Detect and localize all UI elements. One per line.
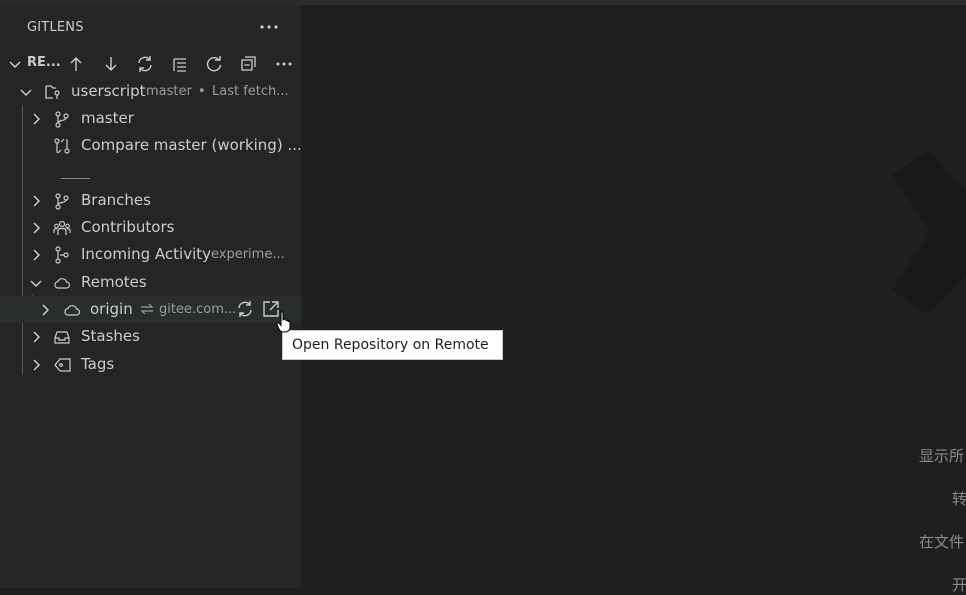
- tree-item-remotes[interactable]: Remotes: [0, 269, 301, 296]
- collapse-all-icon[interactable]: [238, 53, 260, 75]
- inbox-icon: [53, 328, 71, 350]
- chevron-right-icon: [37, 302, 53, 322]
- tree-item-label: Tags: [81, 355, 115, 373]
- tag-icon: [53, 356, 73, 378]
- editor-hint: 在文件: [919, 533, 965, 551]
- chevron-right-icon: [28, 220, 44, 240]
- repo-row-userscript[interactable]: userscript master • Last fetch...: [0, 78, 301, 105]
- vscode-logo-watermark: [890, 150, 966, 319]
- tree-item-label: Contributors: [81, 218, 175, 236]
- tree-item-contributors[interactable]: Contributors: [0, 214, 301, 241]
- sidebar-header: GITLENS: [0, 5, 301, 49]
- cloud-icon: [53, 274, 71, 296]
- chevron-right-icon: [28, 357, 44, 377]
- list-icon[interactable]: [169, 53, 191, 75]
- tree-item-label: Compare master (working) ...: [81, 136, 302, 154]
- chevron-down-icon: [28, 275, 44, 295]
- tree-item-label: Branches: [81, 191, 151, 209]
- repo-status: Last fetch...: [212, 84, 289, 99]
- chevron-right-icon: [28, 247, 44, 267]
- chevron-right-icon: [28, 193, 44, 213]
- tree-item-label: Incoming Activity: [81, 245, 212, 263]
- refresh-icon[interactable]: [203, 53, 225, 75]
- separator: [61, 178, 90, 179]
- repo-dot: •: [198, 84, 206, 99]
- arrow-down-icon[interactable]: [100, 53, 122, 75]
- repo-branch: master: [146, 84, 192, 99]
- editor-hint: 转: [952, 490, 966, 508]
- tree-item-incoming-activity[interactable]: Incoming Activity experime...: [0, 241, 301, 268]
- tooltip: Open Repository on Remote: [282, 330, 503, 360]
- arrow-up-icon[interactable]: [65, 53, 87, 75]
- chevron-right-icon: [28, 111, 44, 131]
- more-icon[interactable]: [273, 53, 295, 75]
- branch-icon: [53, 192, 71, 214]
- repo-name: userscript: [71, 82, 146, 100]
- tree-item-label: origin: [90, 300, 133, 318]
- tree-item-label: Remotes: [81, 273, 147, 291]
- repositories-section-header[interactable]: RE...: [0, 49, 301, 77]
- sidebar-title: GITLENS: [27, 20, 84, 35]
- chevron-down-icon: [18, 84, 34, 104]
- tree-item-label: master: [81, 109, 134, 127]
- activity-icon: [53, 246, 71, 268]
- editor-hint: 显示所: [919, 447, 965, 465]
- section-title: RE...: [27, 55, 61, 70]
- tree-item-description: gitee.com...: [159, 302, 237, 317]
- tree-item-tags[interactable]: Tags: [0, 351, 301, 378]
- tree-item-branches[interactable]: Branches: [0, 187, 301, 214]
- arrow-swap-icon: [139, 301, 155, 321]
- tree-item-label: Stashes: [81, 327, 140, 345]
- tree-item-description: experime...: [211, 247, 285, 262]
- tree-item-origin[interactable]: origin gitee.com...: [0, 296, 301, 323]
- cloud-icon: [63, 301, 81, 323]
- tree-item-master[interactable]: master: [0, 105, 301, 132]
- compare-icon: [53, 137, 71, 159]
- sync-icon[interactable]: [134, 53, 156, 75]
- editor-hint: 开: [952, 576, 966, 594]
- people-icon: [53, 219, 71, 241]
- chevron-down-icon: [7, 56, 23, 76]
- branch-icon: [53, 110, 71, 132]
- fetch-icon[interactable]: [235, 299, 257, 321]
- sidebar-more-icon[interactable]: [257, 17, 281, 37]
- tree-item-compare[interactable]: Compare master (working) ...: [0, 132, 302, 159]
- tree-item-stashes[interactable]: Stashes: [0, 323, 301, 350]
- chevron-right-icon: [28, 329, 44, 349]
- gitlens-sidebar: GITLENS RE... userscript master • Last f…: [0, 5, 302, 588]
- hand-cursor-icon: [276, 311, 292, 337]
- repo-icon: [44, 83, 62, 105]
- editor-area: 显示所 转 在文件 开: [301, 5, 966, 594]
